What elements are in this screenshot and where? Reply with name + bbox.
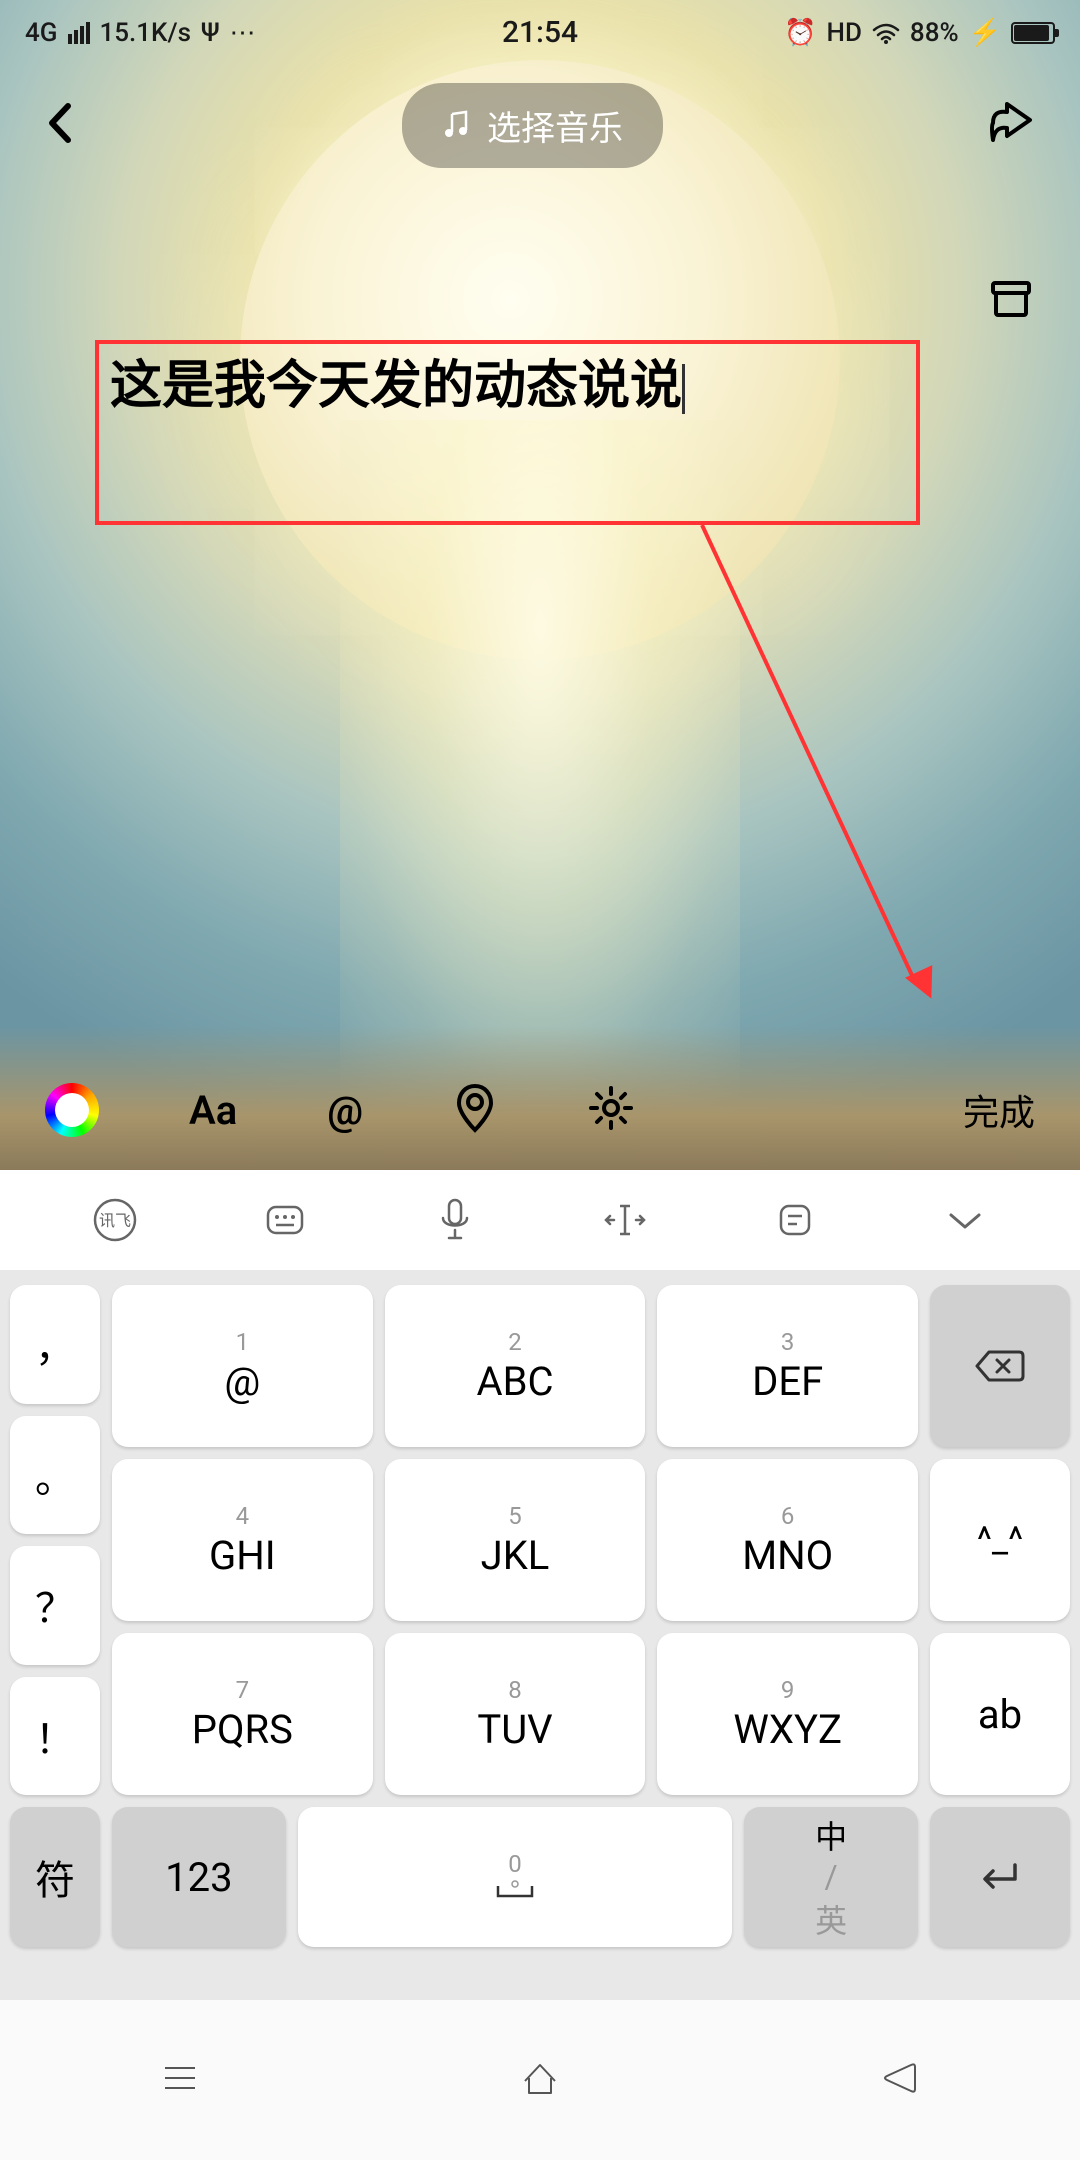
battery-pct: 88% bbox=[910, 18, 959, 48]
key-3[interactable]: 3DEF bbox=[657, 1285, 918, 1447]
mention-button[interactable]: @ bbox=[327, 1087, 363, 1134]
key-numbers[interactable]: 123 bbox=[112, 1807, 286, 1947]
network-label: 4G bbox=[25, 18, 58, 48]
key-question[interactable]: ？ bbox=[10, 1546, 100, 1665]
battery-icon bbox=[1011, 22, 1055, 44]
space-icon bbox=[490, 1880, 540, 1904]
backspace-icon bbox=[973, 1346, 1027, 1386]
key-backspace[interactable] bbox=[930, 1285, 1070, 1447]
done-button[interactable]: 完成 bbox=[963, 1084, 1035, 1136]
key-8[interactable]: 8TUV bbox=[385, 1633, 646, 1795]
wifi-icon bbox=[872, 22, 900, 44]
annotation-box bbox=[95, 340, 920, 525]
svg-text:讯飞: 讯飞 bbox=[99, 1211, 131, 1230]
key-9[interactable]: 9WXYZ bbox=[657, 1633, 918, 1795]
ime-logo-button[interactable]: 讯飞 bbox=[90, 1195, 140, 1245]
font-button[interactable]: Aa bbox=[189, 1087, 237, 1134]
select-music-button[interactable]: 选择音乐 bbox=[402, 83, 663, 168]
more-icon: ⋯ bbox=[230, 18, 256, 48]
key-4[interactable]: 4GHI bbox=[112, 1459, 373, 1621]
clipboard-button[interactable] bbox=[770, 1195, 820, 1245]
music-icon bbox=[442, 110, 472, 140]
settings-button[interactable] bbox=[587, 1084, 635, 1136]
key-period[interactable]: 。 bbox=[10, 1416, 100, 1535]
key-exclaim[interactable]: ！ bbox=[10, 1677, 100, 1796]
keyboard-layout-button[interactable] bbox=[260, 1195, 310, 1245]
archive-button[interactable] bbox=[987, 275, 1035, 327]
key-ab[interactable]: ab bbox=[930, 1633, 1070, 1795]
nav-menu-button[interactable] bbox=[155, 2053, 205, 2107]
color-picker-button[interactable] bbox=[45, 1083, 99, 1137]
clock: 21:54 bbox=[502, 15, 578, 50]
signal-icon bbox=[68, 22, 90, 44]
net-speed: 15.1K/s bbox=[100, 18, 192, 48]
back-button[interactable] bbox=[40, 98, 80, 152]
music-label: 选择音乐 bbox=[487, 101, 623, 150]
hd-label: HD bbox=[827, 18, 862, 48]
key-5[interactable]: 5JKL bbox=[385, 1459, 646, 1621]
key-language[interactable]: 中/英 bbox=[744, 1807, 918, 1947]
enter-icon bbox=[975, 1857, 1025, 1897]
cursor-move-button[interactable] bbox=[600, 1195, 650, 1245]
voice-input-button[interactable] bbox=[430, 1195, 480, 1245]
key-comma[interactable]: ， bbox=[10, 1285, 100, 1404]
status-bar: 4G 15.1K/s Ψ ⋯ 21:54 ⏰ HD 88% ⚡ bbox=[0, 0, 1080, 65]
location-button[interactable] bbox=[453, 1082, 497, 1138]
nav-home-button[interactable] bbox=[515, 2053, 565, 2107]
nav-back-button[interactable] bbox=[875, 2053, 925, 2107]
key-symbols[interactable]: 符 bbox=[10, 1807, 100, 1947]
key-1[interactable]: 1@ bbox=[112, 1285, 373, 1447]
system-nav-bar bbox=[0, 2000, 1080, 2160]
alarm-icon: ⏰ bbox=[784, 18, 816, 48]
key-space[interactable]: 0 bbox=[298, 1807, 732, 1947]
usb-icon: Ψ bbox=[201, 18, 220, 48]
key-2[interactable]: 2ABC bbox=[385, 1285, 646, 1447]
charging-icon: ⚡ bbox=[969, 18, 1001, 48]
key-7[interactable]: 7PQRS bbox=[112, 1633, 373, 1795]
share-button[interactable] bbox=[985, 98, 1040, 152]
key-enter[interactable] bbox=[930, 1807, 1070, 1947]
collapse-keyboard-button[interactable] bbox=[940, 1195, 990, 1245]
key-emoji[interactable]: ^_^ bbox=[930, 1459, 1070, 1621]
key-6[interactable]: 6MNO bbox=[657, 1459, 918, 1621]
